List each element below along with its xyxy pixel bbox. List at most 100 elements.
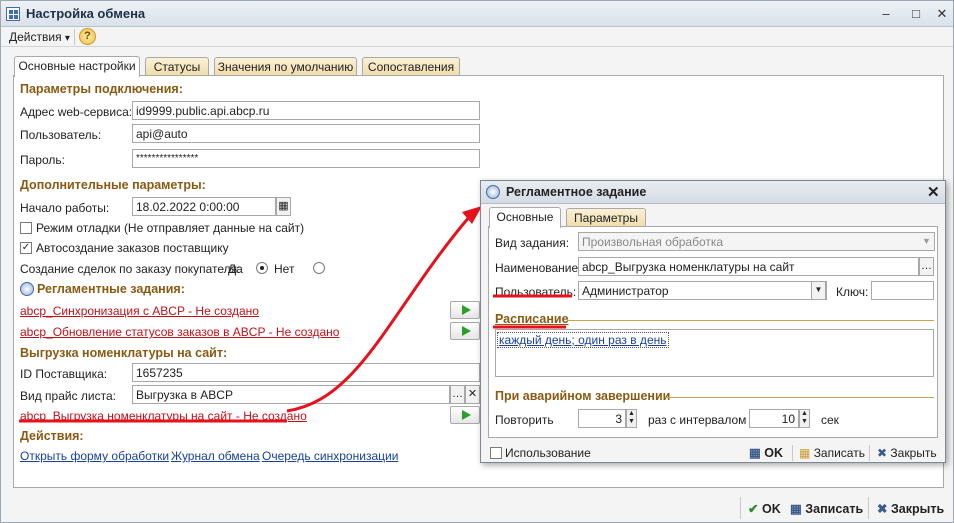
- schedule-link[interactable]: каждый день; один раз в день: [497, 332, 669, 348]
- pricelist-field[interactable]: Выгрузка в ABCP: [132, 385, 450, 404]
- dialog-footer-separator: [869, 445, 870, 461]
- deals-yes-label: Да: [228, 262, 243, 276]
- toolbar-separator: [74, 29, 75, 45]
- dialog-clock-icon: [486, 185, 500, 199]
- repeat-spinner[interactable]: ▲ ▼: [626, 409, 637, 428]
- supplier-id-field[interactable]: 1657235: [132, 363, 480, 382]
- scheduled-section-title: Регламентные задания:: [37, 282, 185, 296]
- crash-divider: [665, 397, 934, 398]
- dialog-tab-params[interactable]: Параметры: [566, 208, 646, 227]
- url-field[interactable]: id9999.public.api.abcp.ru: [132, 101, 480, 120]
- supplier-label: ID Поставщика:: [20, 367, 108, 381]
- dialog-close-button[interactable]: ✖ Закрыть: [877, 446, 937, 460]
- kind-dropdown-icon: ▼: [922, 236, 931, 246]
- schedule-divider: [567, 320, 934, 321]
- dialog-close-icon[interactable]: ✕: [927, 183, 940, 201]
- save-button-label: Записать: [805, 502, 864, 516]
- dialog-footer-separator: [792, 445, 793, 461]
- task-sync-link[interactable]: abcp_Синхронизация с ABCP - Не создано: [20, 304, 259, 318]
- ok-button-label: OK: [761, 502, 781, 516]
- pricelist-label: Вид прайс листа:: [20, 389, 116, 403]
- connection-section-title: Параметры подключения:: [20, 82, 183, 96]
- dialog-ok-button[interactable]: ▦ OK: [749, 445, 783, 460]
- title-bar: Настройка обмена – □ ✕: [1, 1, 953, 27]
- scheduled-task-dialog: Регламентное задание ✕ Основные Параметр…: [480, 180, 946, 463]
- auto-orders-checkbox[interactable]: ✓: [20, 242, 32, 254]
- task-statuses-link[interactable]: abcp_Обновление статусов заказов в ABCP …: [20, 325, 339, 339]
- task-export-run-button[interactable]: [450, 406, 480, 424]
- actions-menu-label: Действия: [9, 30, 62, 44]
- tab-main-settings[interactable]: Основные настройки: [14, 56, 140, 77]
- close-icon[interactable]: ✕: [933, 5, 951, 23]
- toolbar: Действия ▾ ?: [1, 27, 953, 47]
- deals-label: Создание сделок по заказу покупателя:: [20, 262, 241, 276]
- actions-section-title: Действия:: [20, 429, 84, 443]
- debug-checkbox[interactable]: [20, 222, 32, 234]
- clock-icon: [20, 282, 34, 296]
- crash-section-title: При аварийном завершении: [495, 389, 671, 403]
- dialog-disk-icon: ▦: [799, 446, 811, 460]
- name-field[interactable]: abcp_Выгрузка номенклатуры на сайт: [578, 257, 919, 276]
- name-select-button[interactable]: …: [919, 257, 934, 276]
- pricelist-select-button[interactable]: …: [450, 385, 465, 404]
- debug-label: Режим отладки (Не отправляет данные на с…: [36, 221, 305, 235]
- deals-yes-radio[interactable]: [256, 262, 268, 274]
- schedule-header-link[interactable]: Расписание: [495, 312, 569, 326]
- task-export-link[interactable]: abcp_Выгрузка номенклатуры на сайт - Не …: [20, 409, 307, 423]
- footer-separator: [740, 497, 741, 519]
- open-form-link[interactable]: Открыть форму обработки: [20, 449, 169, 463]
- dialog-user-field[interactable]: Администратор: [578, 281, 827, 300]
- dialog-save-button[interactable]: ▦ Записать: [799, 446, 865, 460]
- dialog-close-label: Закрыть: [890, 446, 937, 460]
- help-icon[interactable]: ?: [79, 28, 96, 45]
- dialog-user-dropdown-icon[interactable]: ▼: [811, 281, 826, 300]
- usage-checkbox[interactable]: [490, 447, 502, 459]
- dialog-title: Регламентное задание: [506, 185, 647, 199]
- task-statuses-run-button[interactable]: [450, 322, 480, 340]
- deals-no-label: Нет: [274, 262, 295, 276]
- password-label: Пароль:: [20, 153, 65, 167]
- sec-label: сек: [821, 413, 839, 427]
- save-button[interactable]: ▦ Записать: [790, 501, 863, 516]
- kind-label: Вид задания:: [495, 236, 570, 250]
- start-label: Начало работы:: [20, 201, 110, 215]
- app-icon: [6, 7, 20, 21]
- interval-field[interactable]: 10: [749, 409, 799, 428]
- interval-spinner[interactable]: ▲ ▼: [799, 409, 810, 428]
- minimize-icon[interactable]: –: [877, 5, 895, 23]
- password-field[interactable]: ****************: [132, 149, 480, 168]
- maximize-icon[interactable]: □: [907, 5, 925, 23]
- user-label: Пользователь:: [20, 128, 102, 142]
- interval-label: раз с интервалом: [648, 413, 747, 427]
- pricelist-clear-icon[interactable]: ✕: [465, 385, 480, 404]
- user-field[interactable]: api@auto: [132, 124, 480, 143]
- tab-statuses[interactable]: Статусы: [145, 57, 209, 76]
- dialog-ok-label: OK: [764, 446, 784, 460]
- dialog-tab-main[interactable]: Основные: [489, 207, 561, 228]
- dialog-title-bar: Регламентное задание ✕: [481, 181, 945, 204]
- ok-button[interactable]: ✔ OK: [748, 501, 781, 516]
- deals-no-radio[interactable]: [313, 262, 325, 274]
- exchange-log-link[interactable]: Журнал обмена: [171, 449, 260, 463]
- tab-defaults[interactable]: Значения по умолчанию: [214, 57, 357, 76]
- repeat-field[interactable]: 3: [578, 409, 626, 428]
- sync-queue-link[interactable]: Очередь синхронизации: [262, 449, 398, 463]
- key-field[interactable]: [871, 281, 934, 300]
- url-label: Адрес web-сервиса:: [20, 105, 133, 119]
- task-sync-run-button[interactable]: [450, 301, 480, 319]
- export-section-title: Выгрузка номенклатуры на сайт:: [20, 346, 228, 360]
- footer-separator: [868, 497, 869, 519]
- schedule-box[interactable]: каждый день; один раз в день: [495, 329, 934, 377]
- repeat-label: Повторить: [495, 413, 554, 427]
- calendar-icon[interactable]: ▦: [276, 197, 291, 216]
- check-icon: ✔: [748, 502, 759, 516]
- tab-mappings[interactable]: Сопоставления: [362, 57, 460, 76]
- auto-orders-label: Автосоздание заказов поставщику: [36, 241, 229, 255]
- dialog-user-label: Пользователь:: [495, 285, 577, 299]
- name-label: Наименование:: [495, 261, 582, 275]
- actions-menu[interactable]: Действия ▾: [9, 30, 70, 44]
- start-date-field[interactable]: 18.02.2022 0:00:00: [132, 197, 276, 216]
- close-button[interactable]: ✖ Закрыть: [877, 501, 944, 516]
- close-x-icon: ✖: [877, 502, 888, 516]
- window-title: Настройка обмена: [26, 6, 146, 21]
